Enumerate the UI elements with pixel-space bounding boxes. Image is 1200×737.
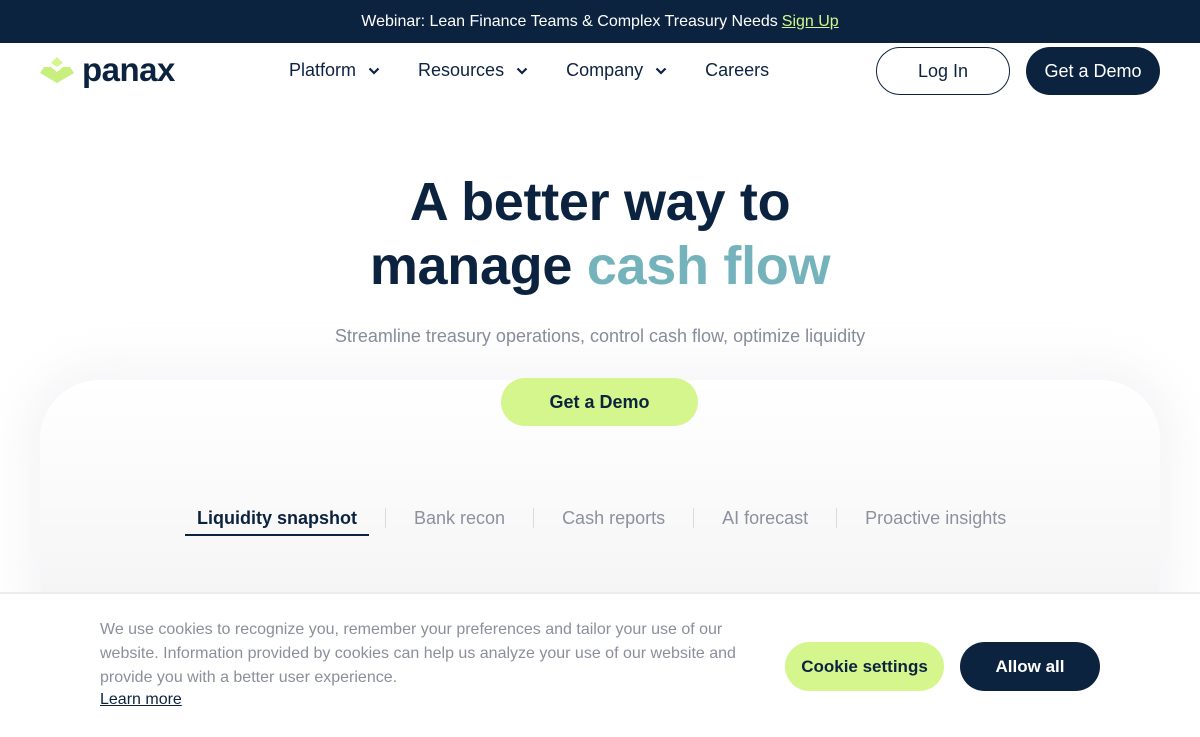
hero-subtitle: Streamline treasury operations, control …: [334, 326, 866, 346]
learn-more-link[interactable]: Learn more: [100, 691, 182, 709]
announcement-text: Webinar: Lean Finance Teams & Complex Tr…: [361, 12, 778, 30]
get-demo-nav-button[interactable]: Get a Demo: [1026, 47, 1160, 95]
main-nav: panax Platform Resources Company Careers…: [0, 43, 1200, 101]
sign-up-link[interactable]: Sign Up: [782, 13, 839, 31]
nav-menu: Platform Resources Company Careers: [289, 60, 807, 81]
cookie-message: We use cookies to recognize you, remembe…: [100, 621, 736, 686]
chevron-down-icon: [655, 67, 667, 75]
nav-item-platform[interactable]: Platform: [289, 60, 380, 81]
brand-name: panax: [82, 51, 175, 88]
hero-section: A better way to manage cash flow Streaml…: [0, 170, 1200, 347]
tab-divider: [533, 508, 535, 528]
get-demo-hero-button[interactable]: Get a Demo: [501, 378, 698, 426]
hero-title-accent: cash flow: [586, 236, 831, 296]
tab-liquidity-snapshot[interactable]: Liquidity snapshot: [185, 500, 369, 536]
stacked-chevron-logo-icon: [40, 57, 74, 83]
chevron-down-icon: [368, 67, 380, 75]
feature-tabs: Liquidity snapshot Bank recon Cash repor…: [185, 500, 1018, 536]
cookie-banner: We use cookies to recognize you, remembe…: [0, 592, 1200, 737]
nav-item-label: Platform: [289, 60, 357, 80]
hero-title-line1: A better way to: [409, 172, 791, 232]
cookie-settings-button[interactable]: Cookie settings: [785, 642, 944, 691]
chevron-down-icon: [516, 67, 528, 75]
nav-item-label: Resources: [418, 60, 505, 80]
nav-item-careers[interactable]: Careers: [705, 60, 769, 81]
login-button[interactable]: Log In: [876, 47, 1010, 95]
allow-all-button[interactable]: Allow all: [960, 642, 1100, 691]
nav-item-resources[interactable]: Resources: [418, 60, 528, 81]
tab-proactive-insights[interactable]: Proactive insights: [853, 500, 1018, 536]
nav-item-company[interactable]: Company: [566, 60, 667, 81]
hero-title: A better way to manage cash flow: [0, 170, 1200, 298]
tab-divider: [385, 508, 386, 528]
hero-title-plain: manage: [369, 236, 573, 296]
tab-ai-forecast[interactable]: AI forecast: [710, 500, 820, 536]
nav-item-label: Company: [566, 60, 644, 80]
announcement-bar: Webinar: Lean Finance Teams & Complex Tr…: [0, 0, 1200, 43]
tab-divider: [836, 508, 838, 528]
tab-divider: [693, 508, 695, 528]
logo[interactable]: panax: [40, 51, 175, 88]
nav-item-label: Careers: [705, 60, 770, 80]
tab-bank-recon[interactable]: Bank recon: [402, 500, 517, 536]
tab-cash-reports[interactable]: Cash reports: [550, 500, 677, 536]
